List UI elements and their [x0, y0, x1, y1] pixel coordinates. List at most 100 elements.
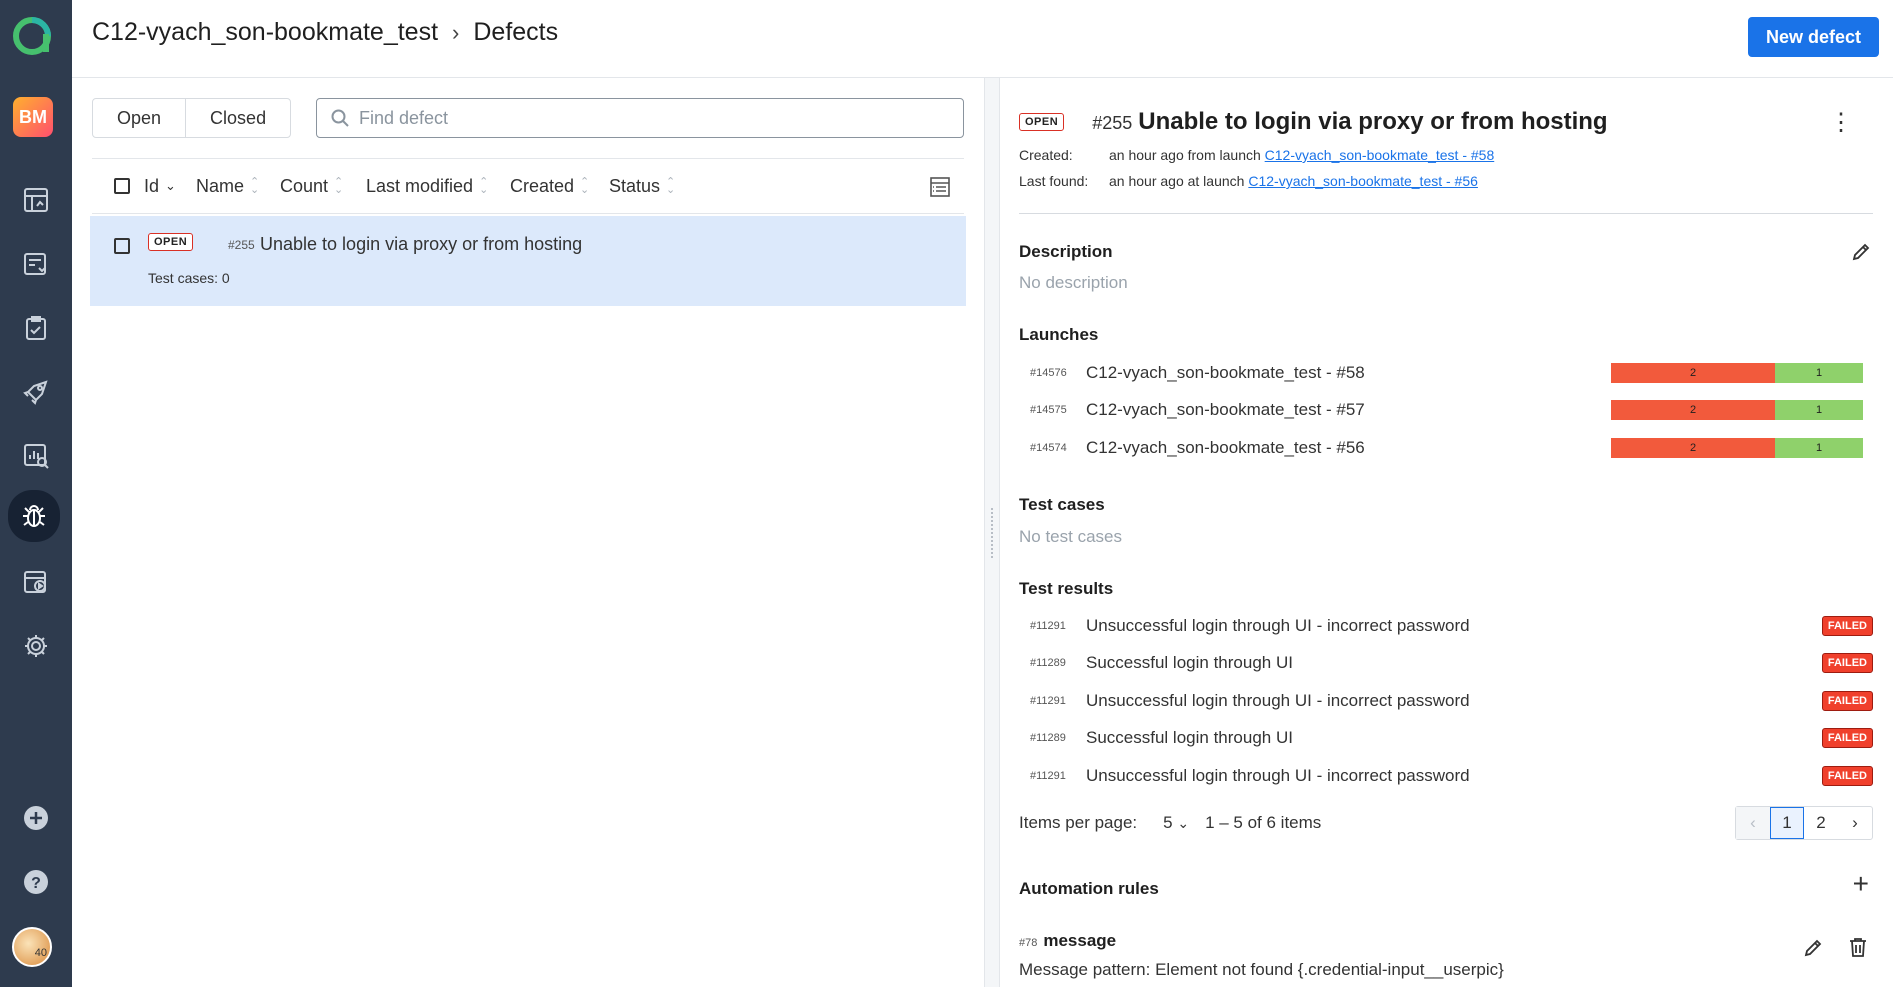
jobs-icon[interactable]: [12, 368, 60, 416]
items-per-page-value: 5: [1163, 813, 1173, 832]
breadcrumb: C12-vyach_son-bookmate_test › Defects: [92, 18, 558, 47]
page-button[interactable]: 2: [1804, 807, 1838, 839]
page-buttons: ‹ 1 2 ›: [1735, 806, 1873, 840]
chevron-right-icon: ›: [452, 19, 460, 45]
result-name[interactable]: Successful login through UI: [1086, 653, 1293, 673]
test-result-row[interactable]: #11289 Successful login through UI FAILE…: [1030, 651, 1873, 675]
result-name[interactable]: Unsuccessful login through UI - incorrec…: [1086, 766, 1470, 786]
select-all-checkbox[interactable]: [114, 178, 130, 194]
dashboards-icon[interactable]: [12, 176, 60, 224]
created-launch-link[interactable]: C12-vyach_son-bookmate_test - #58: [1265, 147, 1495, 163]
new-defect-button[interactable]: New defect: [1747, 17, 1879, 57]
avatar[interactable]: 40: [12, 927, 52, 967]
column-status-label: Status: [609, 175, 661, 196]
result-name[interactable]: Successful login through UI: [1086, 728, 1293, 748]
test-result-row[interactable]: #11289 Successful login through UI FAILE…: [1030, 726, 1873, 750]
test-cases-icon[interactable]: [12, 304, 60, 352]
passed-count: 1: [1775, 363, 1863, 383]
defects-icon[interactable]: [8, 490, 60, 542]
next-page-icon[interactable]: ›: [1838, 807, 1872, 839]
column-name-label: Name: [196, 175, 245, 196]
result-id: #11291: [1030, 620, 1066, 632]
rule-name: message: [1043, 931, 1117, 950]
drag-handle-icon: [991, 508, 995, 558]
help-icon[interactable]: ?: [12, 858, 60, 906]
prev-page-icon[interactable]: ‹: [1736, 807, 1770, 839]
page-button[interactable]: 1: [1770, 807, 1804, 839]
rule-pattern: Message pattern: Element not found {.cre…: [1019, 960, 1504, 979]
detail-title-row: OPEN #255 Unable to login via proxy or fr…: [1019, 108, 1608, 136]
row-checkbox[interactable]: [114, 238, 130, 254]
project-badge[interactable]: BM: [13, 97, 53, 137]
column-last-modified[interactable]: Last modified ⌃ ⌄: [366, 176, 510, 197]
test-cases-value: No test cases: [1019, 527, 1122, 546]
analytics-icon[interactable]: [12, 432, 60, 480]
search-icon: [331, 109, 349, 127]
test-results-title: Test results: [1019, 579, 1114, 598]
sort-icon: ⌃ ⌄: [250, 176, 260, 196]
settings-icon[interactable]: [12, 622, 60, 670]
divider: [1019, 213, 1873, 214]
sort-icon: ⌃ ⌄: [580, 176, 590, 196]
chevron-down-icon: ⌄: [1177, 815, 1190, 831]
columns-settings-icon[interactable]: [928, 175, 952, 199]
search-input[interactable]: [359, 107, 939, 129]
app-root: BM ? 40 C12-vyach_son-bookmate_test › De…: [0, 0, 1893, 987]
failed-badge: FAILED: [1821, 653, 1873, 673]
result-name[interactable]: Unsuccessful login through UI - incorrec…: [1086, 616, 1470, 636]
column-id-label: Id: [144, 175, 160, 196]
launches-icon[interactable]: [12, 240, 60, 288]
test-result-row[interactable]: #11291 Unsuccessful login through UI - i…: [1030, 689, 1873, 713]
last-found-launch-link[interactable]: C12-vyach_son-bookmate_test - #56: [1248, 173, 1478, 189]
result-id: #11291: [1030, 695, 1066, 707]
column-id[interactable]: Id ⌄: [144, 176, 196, 197]
test-plans-icon[interactable]: [12, 558, 60, 606]
column-name[interactable]: Name ⌃ ⌄: [196, 176, 280, 197]
created-text: an hour ago from launch: [1109, 147, 1261, 163]
edit-description-icon[interactable]: [1851, 242, 1871, 262]
launch-name[interactable]: C12-vyach_son-bookmate_test - #57: [1086, 400, 1365, 420]
result-id: #11289: [1030, 732, 1066, 744]
defect-title-text: Unable to login via proxy or from hostin…: [1138, 108, 1608, 135]
description-title: Description: [1019, 242, 1113, 261]
launch-name[interactable]: C12-vyach_son-bookmate_test - #58: [1086, 363, 1365, 383]
items-per-page-select[interactable]: 5 ⌄: [1163, 813, 1189, 833]
result-name[interactable]: Unsuccessful login through UI - incorrec…: [1086, 691, 1470, 711]
allure-logo-icon[interactable]: [10, 14, 54, 58]
test-cases-count: Test cases: 0: [148, 270, 230, 286]
sort-desc-icon: ⌄: [165, 178, 176, 193]
tab-open[interactable]: Open: [93, 99, 185, 137]
passed-count: 1: [1775, 438, 1863, 458]
launch-row[interactable]: #14575 C12-vyach_son-bookmate_test - #57…: [1030, 398, 1863, 422]
pagination: Items per page: 5 ⌄ 1 – 5 of 6 items ‹ 1…: [1019, 806, 1873, 840]
edit-rule-icon[interactable]: [1803, 938, 1823, 958]
column-count[interactable]: Count ⌃ ⌄: [280, 176, 366, 197]
add-rule-icon[interactable]: +: [1853, 868, 1869, 900]
test-result-row[interactable]: #11291 Unsuccessful login through UI - i…: [1030, 614, 1873, 638]
automation-rules-title: Automation rules: [1019, 879, 1159, 898]
column-created-label: Created: [510, 175, 575, 196]
passed-count: 1: [1775, 400, 1863, 420]
add-icon[interactable]: [12, 794, 60, 842]
search-box: [316, 98, 964, 138]
launch-id: #14576: [1030, 367, 1067, 379]
created-label: Created:: [1019, 147, 1073, 163]
tab-closed[interactable]: Closed: [185, 99, 290, 137]
launch-row[interactable]: #14574 C12-vyach_son-bookmate_test - #56…: [1030, 436, 1863, 460]
sort-icon: ⌃ ⌄: [479, 176, 489, 196]
panel-resizer[interactable]: [984, 78, 1000, 987]
failed-count: 2: [1611, 400, 1775, 420]
created-meta: Created: an hour ago from launch C12-vya…: [1019, 147, 1494, 163]
test-result-row[interactable]: #11291 Unsuccessful login through UI - i…: [1030, 764, 1873, 788]
launch-name[interactable]: C12-vyach_son-bookmate_test - #56: [1086, 438, 1365, 458]
breadcrumb-project[interactable]: C12-vyach_son-bookmate_test: [92, 18, 438, 47]
status-badge: OPEN: [1019, 113, 1065, 131]
column-status[interactable]: Status ⌃ ⌄: [609, 176, 699, 197]
column-created[interactable]: Created ⌃ ⌄: [510, 176, 609, 197]
launch-row[interactable]: #14576 C12-vyach_son-bookmate_test - #58…: [1030, 361, 1863, 385]
failed-badge: FAILED: [1821, 691, 1873, 711]
delete-rule-icon[interactable]: [1847, 936, 1869, 958]
more-menu-icon[interactable]: ⋮: [1829, 108, 1853, 137]
launch-stats-bar: 21: [1611, 438, 1863, 458]
table-row[interactable]: OPEN #255 Unable to login via proxy or f…: [90, 216, 966, 306]
